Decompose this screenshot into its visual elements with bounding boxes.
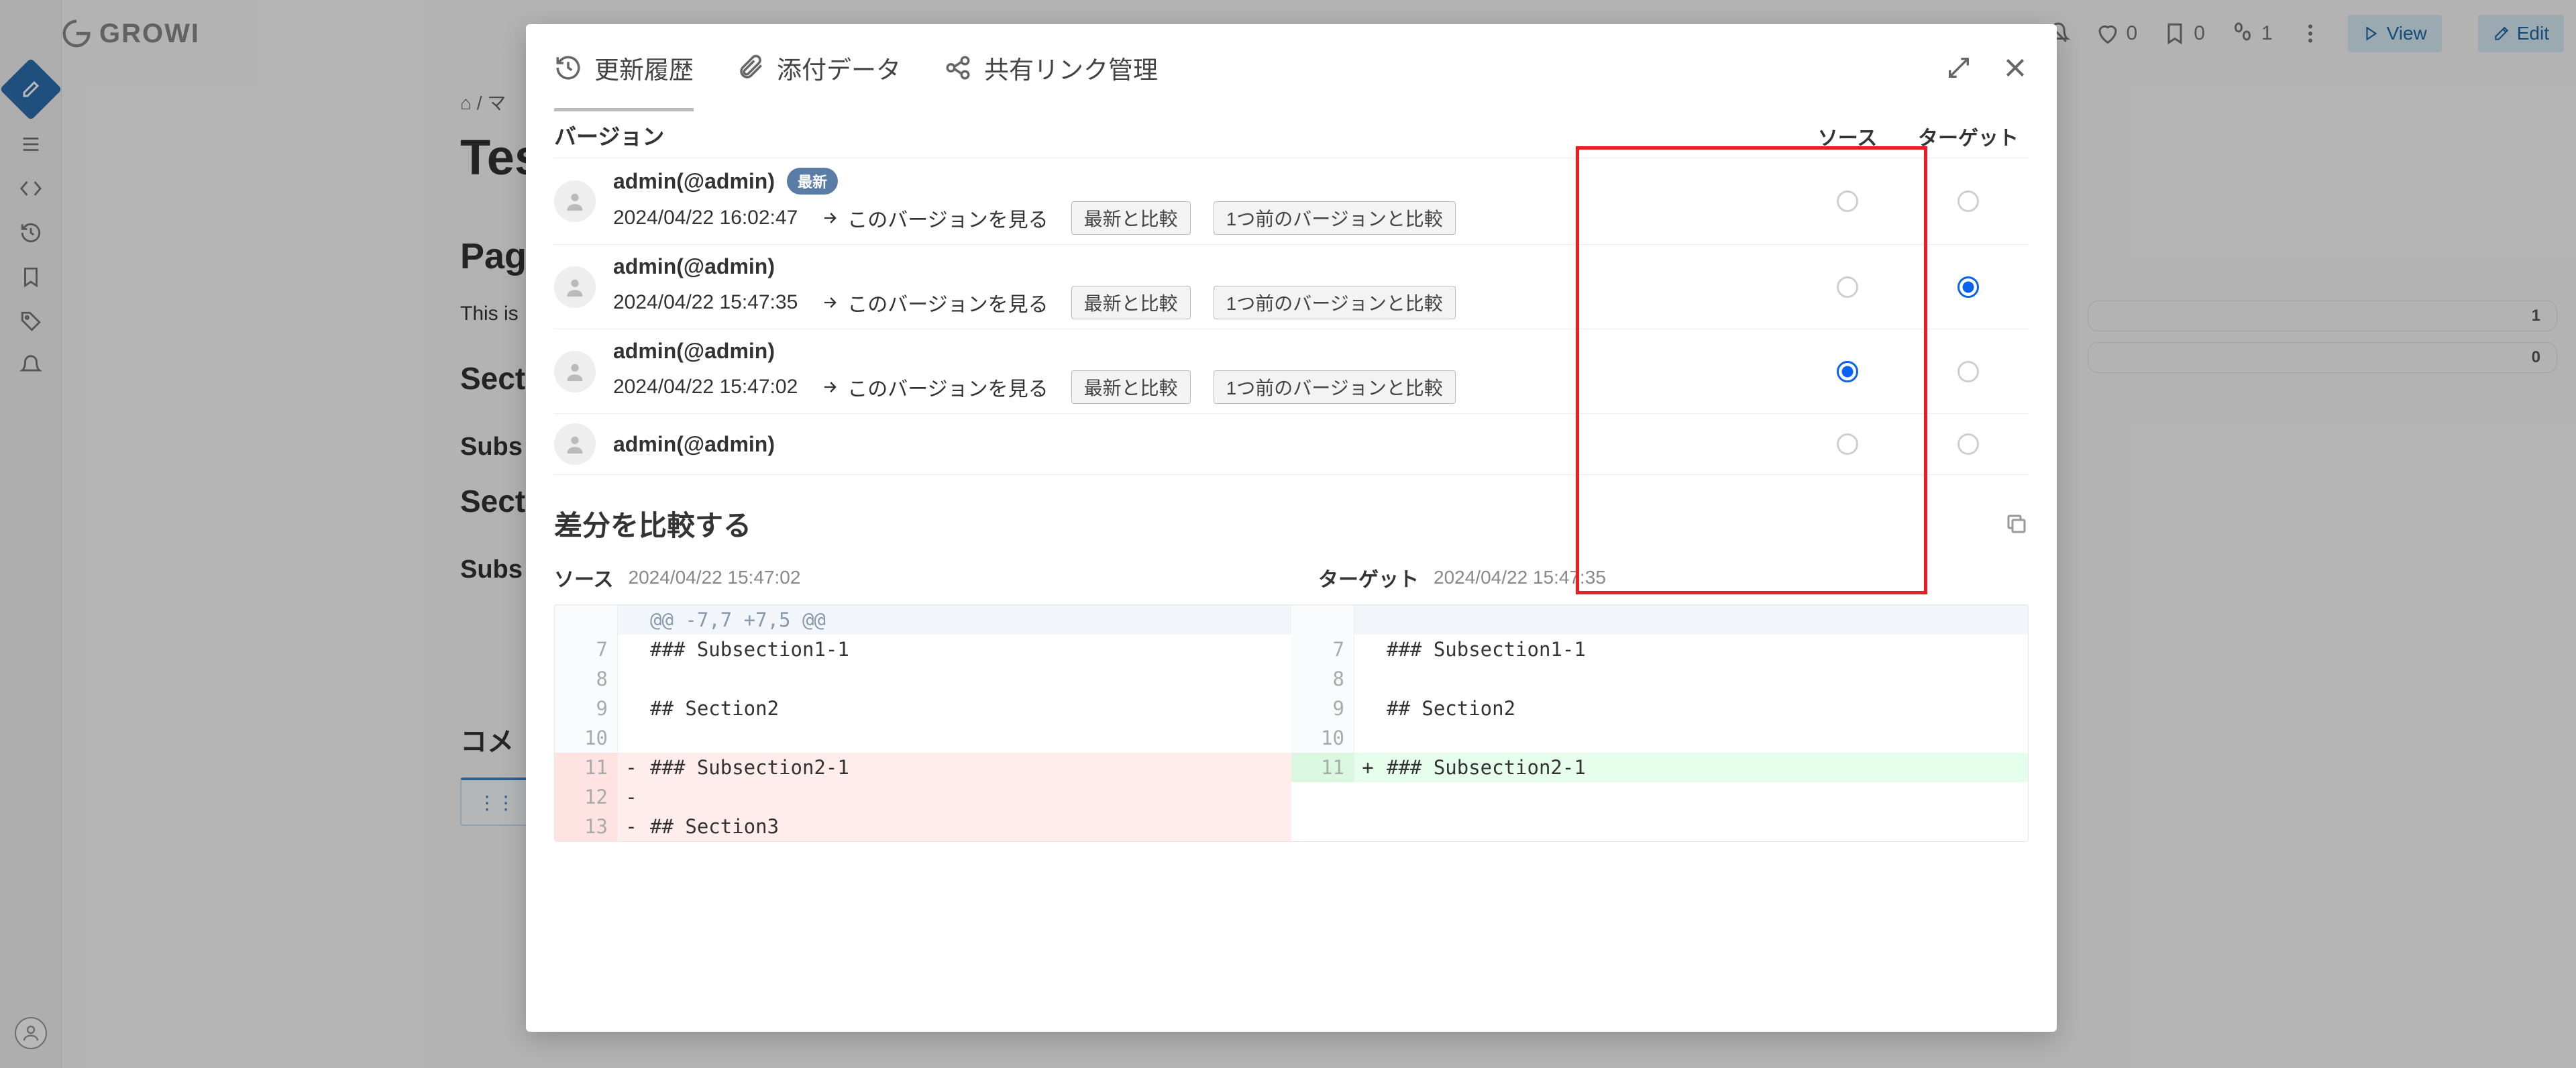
tab-attachments-label: 添付データ xyxy=(777,50,901,86)
user-avatar-icon xyxy=(554,266,596,308)
diff-line: 9## Section2 xyxy=(555,694,1291,723)
diff-source-label: ソース xyxy=(554,563,614,592)
annotation-highlight xyxy=(1576,146,1927,594)
tab-history-label: 更新履歴 xyxy=(594,50,694,86)
target-radio[interactable] xyxy=(1957,191,1979,212)
diff-line: 11-### Subsection2-1 xyxy=(555,753,1291,782)
latest-badge: 最新 xyxy=(787,168,838,195)
compare-prev-button[interactable]: 1つ前のバージョンと比較 xyxy=(1214,286,1456,319)
diff-line: 7### Subsection1-1 xyxy=(555,635,1291,664)
target-radio[interactable] xyxy=(1957,276,1979,298)
expand-modal-icon[interactable] xyxy=(1945,54,1972,81)
diff-line: 8 xyxy=(1291,664,2028,694)
close-modal-icon[interactable] xyxy=(2002,54,2029,81)
compare-prev-button[interactable]: 1つ前のバージョンと比較 xyxy=(1214,370,1456,404)
user-avatar-icon xyxy=(554,180,596,222)
share-tab-icon xyxy=(944,54,972,82)
diff-source-ts: 2024/04/22 15:47:02 xyxy=(629,567,801,588)
compare-latest-button[interactable]: 最新と比較 xyxy=(1071,370,1191,404)
version-user: admin(@admin) xyxy=(613,339,775,364)
view-version-link[interactable]: このバージョンを見る xyxy=(820,372,1048,402)
version-timestamp: 2024/04/22 15:47:02 xyxy=(613,376,798,398)
diff-line: 11+### Subsection2-1 xyxy=(1291,753,2028,782)
user-avatar-icon xyxy=(554,351,596,392)
compare-latest-button[interactable]: 最新と比較 xyxy=(1071,286,1191,319)
diff-line: 9## Section2 xyxy=(1291,694,2028,723)
diff-line: 10 xyxy=(555,723,1291,753)
tab-history[interactable]: 更新履歴 xyxy=(554,24,694,111)
version-timestamp: 2024/04/22 15:47:35 xyxy=(613,291,798,314)
tab-share-links[interactable]: 共有リンク管理 xyxy=(944,24,1158,111)
diff-line: 8 xyxy=(555,664,1291,694)
history-modal: 更新履歴 添付データ 共有リンク管理 バージョン ソース ターゲット admin… xyxy=(526,24,2057,1032)
diff-hunk-header: @@ -7,7 +7,5 @@ xyxy=(645,605,826,635)
version-timestamp: 2024/04/22 16:02:47 xyxy=(613,207,798,229)
diff-line: 12- xyxy=(555,782,1291,812)
compare-latest-button[interactable]: 最新と比較 xyxy=(1071,201,1191,235)
diff-target-label: ターゲット xyxy=(1318,563,1419,592)
user-avatar-icon xyxy=(554,423,596,465)
view-version-link[interactable]: このバージョンを見る xyxy=(820,203,1048,233)
target-radio[interactable] xyxy=(1957,361,1979,382)
diff-line: 10 xyxy=(1291,723,2028,753)
modal-tabs: 更新履歴 添付データ 共有リンク管理 xyxy=(526,24,2057,111)
history-tab-icon xyxy=(554,54,582,82)
tab-share-links-label: 共有リンク管理 xyxy=(984,50,1158,86)
version-user: admin(@admin) xyxy=(613,169,775,194)
version-user: admin(@admin) xyxy=(613,432,775,457)
version-header-label: バージョン xyxy=(554,119,664,151)
diff-line: 7### Subsection1-1 xyxy=(1291,635,2028,664)
target-radio[interactable] xyxy=(1957,433,1979,455)
view-version-link[interactable]: このバージョンを見る xyxy=(820,288,1048,317)
tab-attachments[interactable]: 添付データ xyxy=(737,24,901,111)
diff-title: 差分を比較する xyxy=(554,503,751,544)
version-user: admin(@admin) xyxy=(613,254,775,279)
compare-prev-button[interactable]: 1つ前のバージョンと比較 xyxy=(1214,201,1456,235)
diff-viewer: @@ -7,7 +7,5 @@7### Subsection1-189## Se… xyxy=(554,604,2029,842)
attachment-tab-icon xyxy=(737,54,765,82)
copy-diff-icon[interactable] xyxy=(2004,512,2029,536)
diff-line: 13-## Section3 xyxy=(555,812,1291,841)
